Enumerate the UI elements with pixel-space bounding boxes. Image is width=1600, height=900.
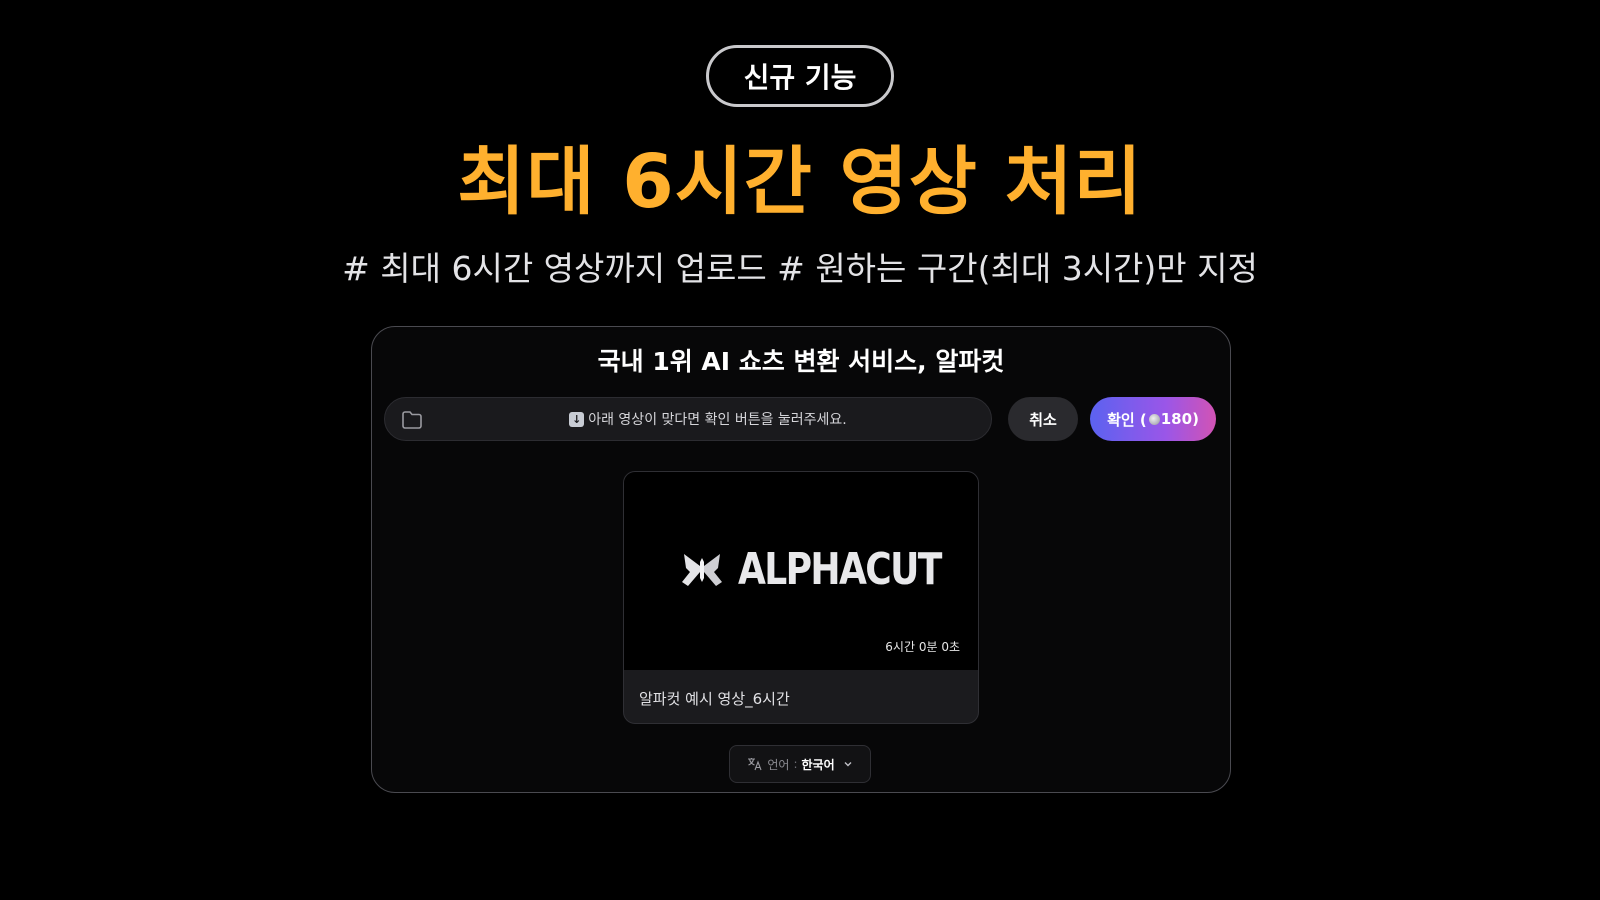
confirm-instruction: ↓ 아래 영상이 맞다면 확인 버튼을 눌러주세요. (445, 398, 971, 440)
folder-icon[interactable] (401, 410, 423, 430)
badge-label: 신규 기능 (743, 61, 857, 94)
alphacut-logo: ALPHACUT (680, 544, 978, 595)
subheadline: # 최대 6시간 영상까지 업로드 # 원하는 구간(최대 3시간)만 지정 (342, 249, 1258, 288)
language-value: 한국어 (801, 757, 835, 772)
confirm-instruction-text: 아래 영상이 맞다면 확인 버튼을 눌러주세요. (588, 412, 847, 428)
chevron-down-icon (844, 762, 852, 767)
confirm-credits: 180 (1160, 410, 1193, 428)
confirm-suffix: ) (1192, 410, 1199, 428)
cancel-button[interactable]: 취소 (1008, 397, 1078, 441)
panel-title: 국내 1위 AI 쇼츠 변환 서비스, 알파컷 (597, 347, 1005, 376)
new-feature-badge: 신규 기능 (706, 45, 894, 107)
video-duration: 6시간 0분 0초 (885, 640, 960, 654)
alphacut-logo-text: ALPHACUT (738, 544, 942, 595)
promo-stage: 신규 기능 최대 6시간 영상 처리 # 최대 6시간 영상까지 업로드 # 원… (0, 0, 1600, 900)
video-thumbnail[interactable]: ALPHACUT 6시간 0분 0초 (624, 472, 978, 670)
video-card[interactable]: ALPHACUT 6시간 0분 0초 알파컷 예시 영상_6시간 (623, 471, 979, 724)
coin-icon (1148, 413, 1160, 425)
download-arrow-icon: ↓ (569, 411, 585, 427)
file-bar: ↓ 아래 영상이 맞다면 확인 버튼을 눌러주세요. (384, 397, 992, 441)
confirm-prefix: 확인 ( (1107, 410, 1147, 429)
language-label: 언어 (767, 757, 790, 772)
alphacut-logo-icon (682, 554, 722, 586)
language-separator: : (793, 757, 798, 771)
headline: 최대 6시간 영상 처리 (457, 139, 1143, 225)
translate-icon (748, 758, 762, 771)
video-title: 알파컷 예시 영상_6시간 (639, 690, 790, 708)
confirm-button[interactable]: 확인 ( 180 ) (1090, 397, 1216, 441)
app-panel: 국내 1위 AI 쇼츠 변환 서비스, 알파컷 ↓ 아래 영상이 맞다면 확인 … (371, 326, 1231, 793)
language-select[interactable]: 언어 : 한국어 (729, 745, 871, 783)
